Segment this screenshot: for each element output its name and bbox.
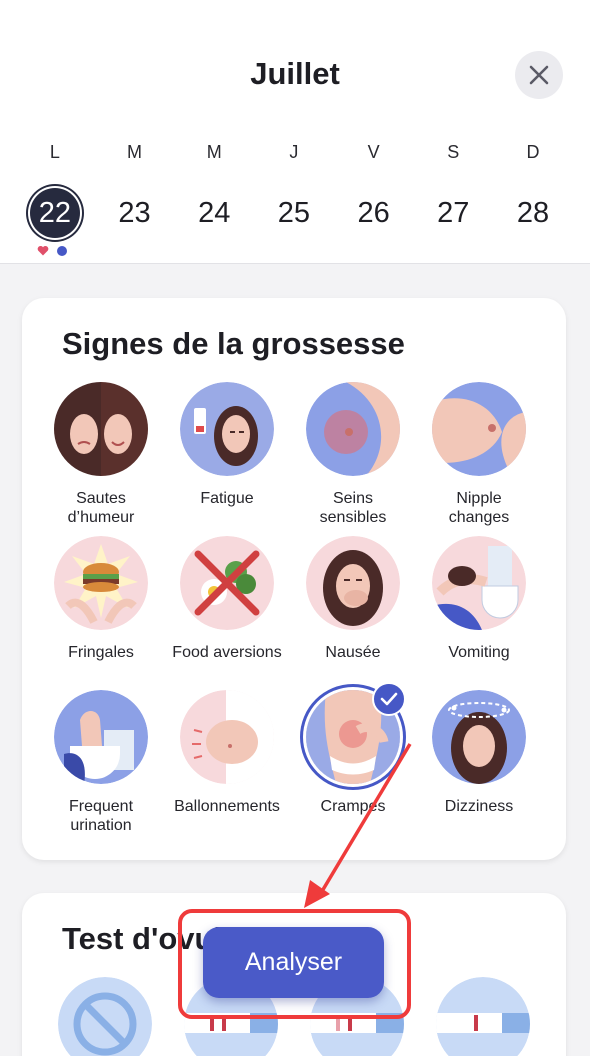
nipple-changes-icon: [432, 382, 526, 476]
sign-label: Nausée: [325, 644, 381, 661]
date-cell[interactable]: 25: [254, 189, 334, 237]
card-title: Signes de la grossesse: [62, 326, 405, 361]
date-cell[interactable]: 28: [493, 189, 573, 237]
sign-label: Crampes: [320, 798, 386, 815]
sign-label: Dizziness: [444, 798, 514, 815]
dizziness-icon: [432, 690, 526, 784]
sign-label: Frequent urination: [68, 798, 134, 834]
date-cell[interactable]: 24: [174, 189, 254, 237]
date-number: 23: [118, 196, 151, 229]
pregnancy-signs-card: Signes de la grossesse Sautes d’humeur F…: [22, 298, 566, 860]
calendar-header: Juillet L M M J V S D 22 23 24 25 26 27 …: [0, 0, 590, 264]
tender-breasts-icon: [306, 382, 400, 476]
sign-label: Vomiting: [448, 644, 510, 661]
close-icon: [529, 65, 549, 85]
month-title: Juillet: [250, 56, 340, 91]
sign-frequent-urination[interactable]: Frequent urination: [38, 690, 164, 844]
date-number: 22: [29, 188, 80, 238]
weekday-label: M: [206, 142, 222, 162]
date-number: 27: [437, 196, 470, 229]
vomiting-icon: [432, 536, 526, 630]
frequent-urination-icon: [54, 690, 148, 784]
weekday-label: V: [367, 142, 380, 162]
sign-cramps[interactable]: Crampes: [290, 682, 416, 844]
signs-grid: Sautes d’humeur Fatigue Seins sensibles …: [38, 382, 550, 844]
sign-vomiting[interactable]: Vomiting: [416, 536, 542, 690]
sign-label: Fatigue: [200, 490, 254, 507]
date-number: 24: [198, 196, 231, 229]
fatigue-icon: [180, 382, 274, 476]
date-cell[interactable]: 23: [95, 189, 175, 237]
nausea-icon: [306, 536, 400, 630]
close-button[interactable]: [515, 51, 563, 99]
weekday-label: J: [289, 142, 299, 162]
sign-tender-breasts[interactable]: Seins sensibles: [290, 382, 416, 536]
date-number: 25: [277, 196, 311, 229]
weekday-label: M: [127, 142, 143, 162]
sign-cravings[interactable]: Fringales: [38, 536, 164, 690]
bloating-icon: [180, 690, 274, 784]
test-strip-icon[interactable]: [436, 977, 530, 1056]
food-aversions-icon: [180, 536, 274, 630]
sign-nipple-changes[interactable]: Nipple changes: [416, 382, 542, 536]
weekday-label: D: [526, 142, 540, 162]
weekday-row: L M M J V S D: [15, 142, 573, 163]
sign-dizziness[interactable]: Dizziness: [416, 690, 542, 844]
date-cell-selected[interactable]: 22: [15, 188, 95, 238]
sign-label: Fringales: [68, 644, 134, 661]
date-cell[interactable]: 26: [334, 189, 414, 237]
weekday-label: L: [49, 142, 60, 162]
sign-food-aversions[interactable]: Food aversions: [164, 536, 290, 690]
sign-bloating[interactable]: Ballonnements: [164, 690, 290, 844]
no-test-icon[interactable]: [58, 977, 152, 1056]
cravings-icon: [54, 536, 148, 630]
date-cell[interactable]: 27: [413, 189, 493, 237]
sign-label: Sautes d’humeur: [67, 490, 135, 526]
heart-icon: [37, 245, 49, 256]
sign-mood-swings[interactable]: Sautes d’humeur: [38, 382, 164, 536]
date-row: 22 23 24 25 26 27 28: [15, 188, 573, 238]
sign-label: Ballonnements: [174, 798, 280, 815]
sign-label: Food aversions: [172, 644, 282, 661]
mood-swings-icon: [54, 382, 148, 476]
date-number: 26: [357, 196, 390, 229]
date-number: 28: [516, 196, 550, 229]
analyse-button[interactable]: Analyser: [203, 927, 384, 998]
sign-label: Seins sensibles: [319, 490, 387, 526]
period-dot: [57, 245, 67, 256]
sign-fatigue[interactable]: Fatigue: [164, 382, 290, 536]
day-markers: [37, 245, 67, 256]
sign-nausea[interactable]: Nausée: [290, 536, 416, 690]
checkmark-icon: [372, 682, 406, 716]
weekday-label: S: [447, 142, 460, 162]
sign-label: Nipple changes: [448, 490, 510, 526]
